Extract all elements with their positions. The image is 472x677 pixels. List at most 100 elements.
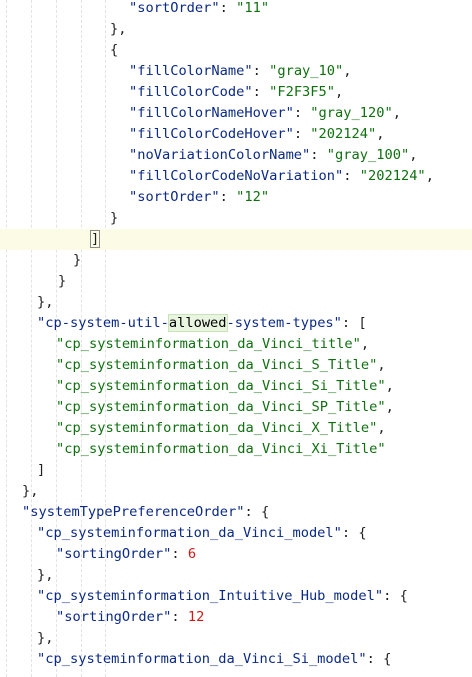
code-line-content: }, — [37, 292, 53, 313]
code-line-content: }, — [110, 19, 126, 40]
code-line[interactable]: "cp_systeminformation_da_Vinci_Xi_Title" — [0, 439, 472, 460]
code-token: : — [252, 63, 270, 79]
code-token: "gray_10" — [269, 63, 344, 79]
code-line[interactable]: ] — [0, 460, 472, 481]
code-line-content: } — [110, 208, 118, 229]
code-line[interactable]: "noVariationColorName": "gray_100", — [0, 145, 472, 166]
code-line[interactable]: "systemTypePreferenceOrder": { — [0, 502, 472, 523]
code-line[interactable]: "fillColorCode": "F2F3F5", — [0, 82, 472, 103]
code-token: "fillColorName" — [129, 63, 253, 79]
code-line-content: } — [58, 271, 66, 292]
code-token: , — [377, 420, 386, 436]
code-line[interactable]: "cp_systeminformation_da_Vinci_S_Title", — [0, 355, 472, 376]
code-token: "cp_systeminformation_da_Vinci_SP_Title" — [56, 399, 386, 415]
code-token: "cp_systeminformation_da_Vinci_title" — [56, 336, 361, 352]
code-token: "systemTypePreferenceOrder" — [22, 504, 245, 520]
code-token: } — [73, 252, 82, 268]
code-token: "fillColorCodeHover" — [129, 126, 294, 142]
code-token: "11" — [236, 0, 270, 16]
code-line[interactable]: } — [0, 250, 472, 271]
code-line[interactable]: "fillColorCodeNoVariation": "202124", — [0, 166, 472, 187]
code-token: "cp-system-util- — [37, 315, 169, 331]
code-line-content: "systemTypePreferenceOrder": { — [22, 502, 269, 523]
code-line[interactable]: "cp_systeminformation_da_Vinci_model": { — [0, 523, 472, 544]
code-line[interactable]: }, — [0, 481, 472, 502]
code-line[interactable]: "sortingOrder": 6 — [0, 544, 472, 565]
code-token: 6 — [187, 546, 197, 562]
code-line-content: { — [110, 40, 118, 61]
code-token: "cp_systeminformation_da_Vinci_Xi_Title" — [56, 441, 386, 457]
code-token: "202124" — [310, 126, 377, 142]
code-line[interactable]: ] — [0, 229, 472, 250]
matched-bracket: ] — [89, 230, 101, 248]
code-line[interactable]: "cp_systeminformation_da_Vinci_X_Title", — [0, 418, 472, 439]
code-line[interactable]: "fillColorNameHover": "gray_120", — [0, 103, 472, 124]
code-token: "cp_systeminformation_da_Vinci_X_Title" — [56, 420, 378, 436]
code-line[interactable]: } — [0, 271, 472, 292]
code-line-content: "fillColorName": "gray_10", — [129, 61, 352, 82]
code-line-content: "cp_systeminformation_Intuitive_Hub_mode… — [37, 586, 408, 607]
code-line-content: }, — [37, 628, 53, 649]
code-token: "cp_systeminformation_Intuitive_Hub_mode… — [37, 588, 384, 604]
code-token: "202124" — [359, 168, 426, 184]
code-token: "sortingOrder" — [56, 609, 172, 625]
code-line[interactable]: "sortOrder": "11" — [0, 0, 472, 19]
code-token: "fillColorNameHover" — [129, 105, 294, 121]
code-line[interactable]: "sortingOrder": 12 — [0, 607, 472, 628]
code-token: , — [409, 147, 418, 163]
code-line-content: "fillColorCodeHover": "202124", — [129, 124, 384, 145]
code-line[interactable]: } — [0, 208, 472, 229]
code-token: : — [293, 105, 311, 121]
code-line-content: "cp-system-util-allowed-system-types": [ — [37, 313, 367, 334]
code-line[interactable]: "cp_systeminformation_Intuitive_Hub_mode… — [0, 586, 472, 607]
code-line-content: "cp_systeminformation_da_Vinci_S_Title", — [56, 355, 386, 376]
code-line[interactable]: { — [0, 40, 472, 61]
code-line[interactable]: "sortOrder": "12" — [0, 187, 472, 208]
code-token: "sortOrder" — [129, 189, 220, 205]
code-token: "sortOrder" — [129, 0, 220, 16]
code-line[interactable]: }, — [0, 565, 472, 586]
code-token: "cp_systeminformation_da_Vinci_model" — [37, 525, 342, 541]
code-token: , — [377, 357, 386, 373]
code-token: "cp_systeminformation_da_Vinci_Si_Title" — [56, 378, 386, 394]
code-token: "12" — [236, 189, 270, 205]
code-token: : [ — [341, 315, 367, 331]
code-token: }, — [37, 567, 54, 583]
code-line[interactable]: }, — [0, 628, 472, 649]
code-line[interactable]: }, — [0, 292, 472, 313]
code-line[interactable]: "cp-system-util-allowed-system-types": [ — [0, 313, 472, 334]
code-token: }, — [22, 483, 39, 499]
code-token: }, — [110, 21, 127, 37]
code-token: : — [343, 168, 360, 184]
code-token: "F2F3F5" — [269, 84, 336, 100]
code-line-content: }, — [22, 481, 38, 502]
code-editor[interactable]: "sortOrder": "11"}, { "fillColorName": "gr… — [0, 0, 472, 677]
code-line-content: } — [73, 250, 81, 271]
code-token: } — [110, 210, 119, 226]
code-token: , — [385, 399, 394, 415]
code-line-content: "cp_systeminformation_da_Vinci_title", — [56, 334, 369, 355]
code-token: : — [171, 546, 188, 562]
code-token: "cp_systeminformation_da_Vinci_S_Title" — [56, 357, 378, 373]
code-token: "fillColorCodeNoVariation" — [129, 168, 344, 184]
code-line[interactable]: "cp_systeminformation_da_Vinci_title", — [0, 334, 472, 355]
code-line[interactable]: "fillColorName": "gray_10", — [0, 61, 472, 82]
code-token: : — [293, 126, 311, 142]
code-token: , — [343, 63, 352, 79]
code-line-content: }, — [37, 565, 53, 586]
code-token: : { — [383, 588, 408, 604]
code-line-content: "fillColorCode": "F2F3F5", — [129, 82, 343, 103]
code-line-content: "fillColorCodeNoVariation": "202124", — [129, 166, 434, 187]
code-token: , — [360, 336, 370, 352]
code-line-content: "sortOrder": "12" — [129, 187, 269, 208]
code-token: : — [171, 609, 188, 625]
code-line[interactable]: "cp_systeminformation_da_Vinci_Si_Title"… — [0, 376, 472, 397]
code-token: : { — [366, 651, 392, 667]
code-line[interactable]: }, — [0, 19, 472, 40]
code-line[interactable]: "cp_systeminformation_da_Vinci_SP_Title"… — [0, 397, 472, 418]
code-line-content: "cp_systeminformation_da_Vinci_X_Title", — [56, 418, 386, 439]
code-line[interactable]: "fillColorCodeHover": "202124", — [0, 124, 472, 145]
code-line-content: "cp_systeminformation_da_Vinci_SP_Title"… — [56, 397, 394, 418]
code-token: : — [252, 84, 270, 100]
code-line[interactable]: "cp_systeminformation_da_Vinci_Si_model"… — [0, 649, 472, 670]
